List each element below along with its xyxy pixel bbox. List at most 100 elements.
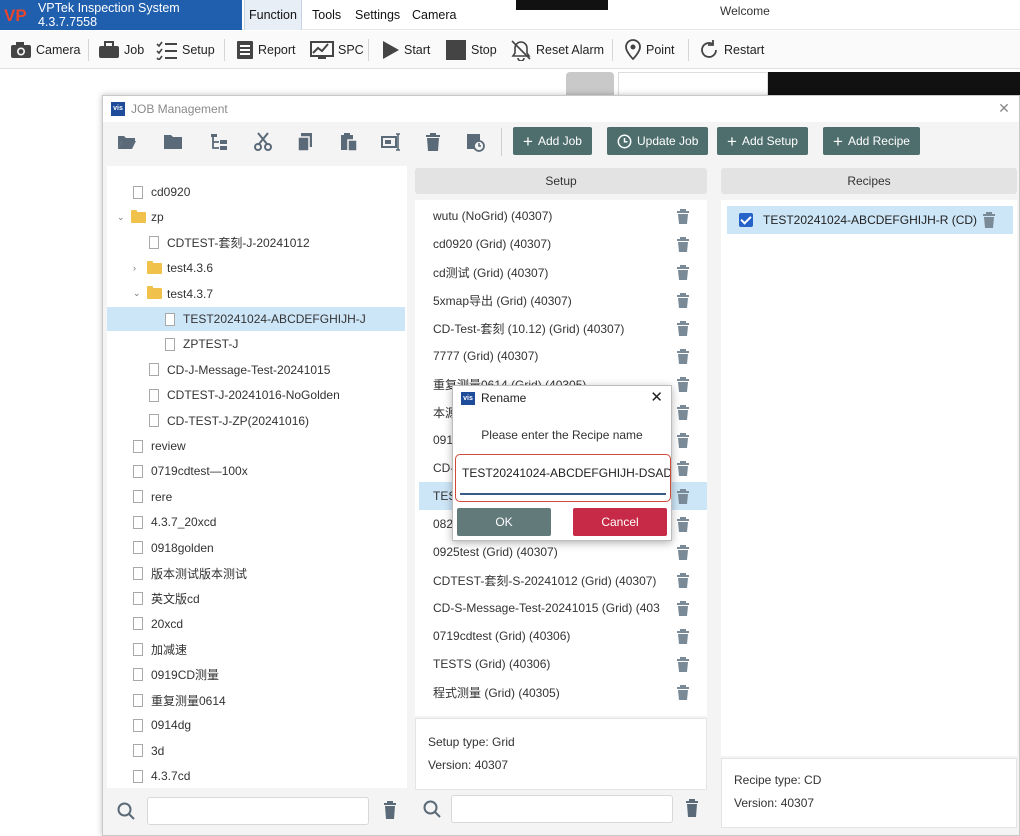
update-job-button[interactable]: Update Job (607, 127, 709, 155)
setup-button[interactable]: Setup (156, 31, 215, 69)
setup-row[interactable]: CDTEST-套刻-S-20241012 (Grid) (40307) (419, 566, 707, 594)
tree-item[interactable]: 重复测量0614 (107, 688, 405, 712)
cut-icon[interactable] (253, 132, 273, 152)
ok-button[interactable]: OK (457, 508, 551, 536)
tree-item[interactable]: CD-TEST-J-ZP(20241016) (107, 409, 405, 433)
tree-item[interactable]: 3d (107, 739, 405, 763)
trash-icon[interactable] (677, 684, 689, 700)
recipe-row[interactable]: TEST20241024-ABCDEFGHIJH-R (CD) (727, 206, 1013, 234)
trash-icon[interactable] (677, 600, 689, 616)
trash-icon[interactable] (677, 264, 689, 280)
trash-icon[interactable] (677, 516, 689, 532)
setup-row[interactable]: CD-S-Message-Test-20241015 (Grid) (403 (419, 594, 707, 622)
trash-icon[interactable] (983, 212, 995, 228)
tree-structure-icon[interactable] (209, 132, 229, 152)
trash-icon[interactable] (677, 292, 689, 308)
start-button[interactable]: Start (380, 31, 430, 69)
setup-row[interactable]: 7777 (Grid) (40307) (419, 342, 707, 370)
tree-item[interactable]: 4.3.7cd (107, 764, 405, 788)
add-setup-button[interactable]: + Add Setup (717, 127, 808, 155)
tree-item[interactable]: 版本测试版本测试 (107, 561, 405, 585)
point-button[interactable]: Point (624, 31, 675, 69)
setup-row[interactable]: 5xmap导出 (Grid) (40307) (419, 286, 707, 314)
job-button[interactable]: Job (98, 31, 144, 69)
spc-button[interactable]: SPC (310, 31, 364, 69)
camera-button[interactable]: Camera (10, 31, 80, 69)
setup-row[interactable]: 0719cdtest (Grid) (40306) (419, 622, 707, 650)
recipe-checkbox[interactable] (739, 213, 753, 227)
copy-icon[interactable] (295, 132, 315, 152)
tree-item[interactable]: TEST20241024-ABCDEFGHIJH-J (107, 307, 405, 331)
chevron-down-icon[interactable]: ⌄ (133, 288, 147, 299)
menu-function[interactable]: Function (244, 0, 302, 30)
tree-item[interactable]: 4.3.7_20xcd (107, 510, 405, 534)
restart-button[interactable]: Restart (698, 31, 764, 69)
trash-icon[interactable] (677, 572, 689, 588)
setup-row[interactable]: 0925test (Grid) (40307) (419, 538, 707, 566)
trash-icon[interactable] (677, 656, 689, 672)
delete-icon[interactable] (423, 132, 443, 152)
menu-tools[interactable]: Tools (308, 0, 345, 30)
trash-icon[interactable] (677, 404, 689, 420)
job-tree[interactable]: cd0920 ⌄ zp CDTEST-套刻-J-20241012 › test4.3.6 ⌄… (107, 166, 407, 788)
trash-icon[interactable] (685, 799, 699, 817)
chevron-right-icon[interactable]: › (133, 263, 147, 273)
setup-row[interactable]: 程式测量 (Grid) (40305) (419, 678, 707, 706)
recipe-name-input[interactable] (456, 463, 670, 483)
trash-icon[interactable] (677, 376, 689, 392)
chevron-down-icon[interactable]: ⌄ (117, 212, 131, 223)
tree-search-input[interactable] (147, 797, 369, 825)
tree-item[interactable]: rere (107, 485, 405, 509)
trash-icon[interactable] (677, 488, 689, 504)
tree-item[interactable]: review (107, 434, 405, 458)
tree-item[interactable]: ⌄ zp (107, 205, 405, 229)
trash-icon[interactable] (677, 460, 689, 476)
history-icon[interactable] (465, 132, 485, 152)
setup-row[interactable]: TESTS (Grid) (40306) (419, 650, 707, 678)
tree-item[interactable]: › test4.3.6 (107, 256, 405, 280)
recipe-version-text: Version: 40307 (734, 796, 815, 810)
close-icon[interactable]: ✕ (650, 388, 663, 406)
tree-item[interactable]: CDTEST-J-20241016-NoGolden (107, 383, 405, 407)
trash-icon[interactable] (677, 348, 689, 364)
tree-item[interactable]: ⌄ test4.3.7 (107, 282, 405, 306)
folder-icon[interactable] (163, 132, 183, 152)
tree-item[interactable]: CD-J-Message-Test-20241015 (107, 358, 405, 382)
add-job-button[interactable]: + Add Job (513, 127, 592, 155)
tree-item[interactable]: 加减速 (107, 637, 405, 661)
report-button[interactable]: Report (236, 31, 296, 69)
setup-row[interactable]: wutu (NoGrid) (40307) (419, 202, 707, 230)
trash-icon[interactable] (677, 628, 689, 644)
tree-item[interactable]: 20xcd (107, 612, 405, 636)
tree-item[interactable]: CDTEST-套刻-J-20241012 (107, 231, 405, 255)
setup-row[interactable]: cd0920 (Grid) (40307) (419, 230, 707, 258)
add-recipe-button[interactable]: + Add Recipe (823, 127, 920, 155)
tree-item[interactable]: 0918golden (107, 536, 405, 560)
tree-item[interactable]: 0914dg (107, 713, 405, 737)
trash-icon[interactable] (677, 236, 689, 252)
menu-settings[interactable]: Settings (351, 0, 404, 30)
job-window-titlebar: vis JOB Management ✕ (103, 96, 1019, 122)
stop-button[interactable]: Stop (445, 31, 497, 69)
tree-item[interactable]: 英文版cd (107, 586, 405, 610)
close-icon[interactable]: ✕ (997, 100, 1011, 116)
reset-alarm-button[interactable]: Reset Alarm (510, 31, 604, 69)
tree-item[interactable]: 0719cdtest—100x (107, 459, 405, 483)
tree-item[interactable]: cd0920 (107, 180, 405, 204)
tree-item[interactable]: ZPTEST-J (107, 332, 405, 356)
trash-icon[interactable] (677, 208, 689, 224)
paste-icon[interactable] (339, 132, 359, 152)
trash-icon[interactable] (677, 432, 689, 448)
setup-search-input[interactable] (451, 795, 673, 823)
tree-item[interactable]: 0919CD测量 (107, 663, 405, 687)
trash-icon[interactable] (677, 544, 689, 560)
menu-camera[interactable]: Camera (408, 0, 460, 30)
setup-row[interactable]: CD-Test-套刻 (10.12) (Grid) (40307) (419, 314, 707, 342)
trash-icon[interactable] (383, 801, 397, 819)
setup-row[interactable]: cd测试 (Grid) (40307) (419, 258, 707, 286)
cancel-button[interactable]: Cancel (573, 508, 667, 536)
recipe-list[interactable]: TEST20241024-ABCDEFGHIJH-R (CD) (721, 200, 1017, 756)
open-folder-icon[interactable] (117, 132, 137, 152)
trash-icon[interactable] (677, 320, 689, 336)
rename-icon[interactable] (381, 132, 401, 152)
